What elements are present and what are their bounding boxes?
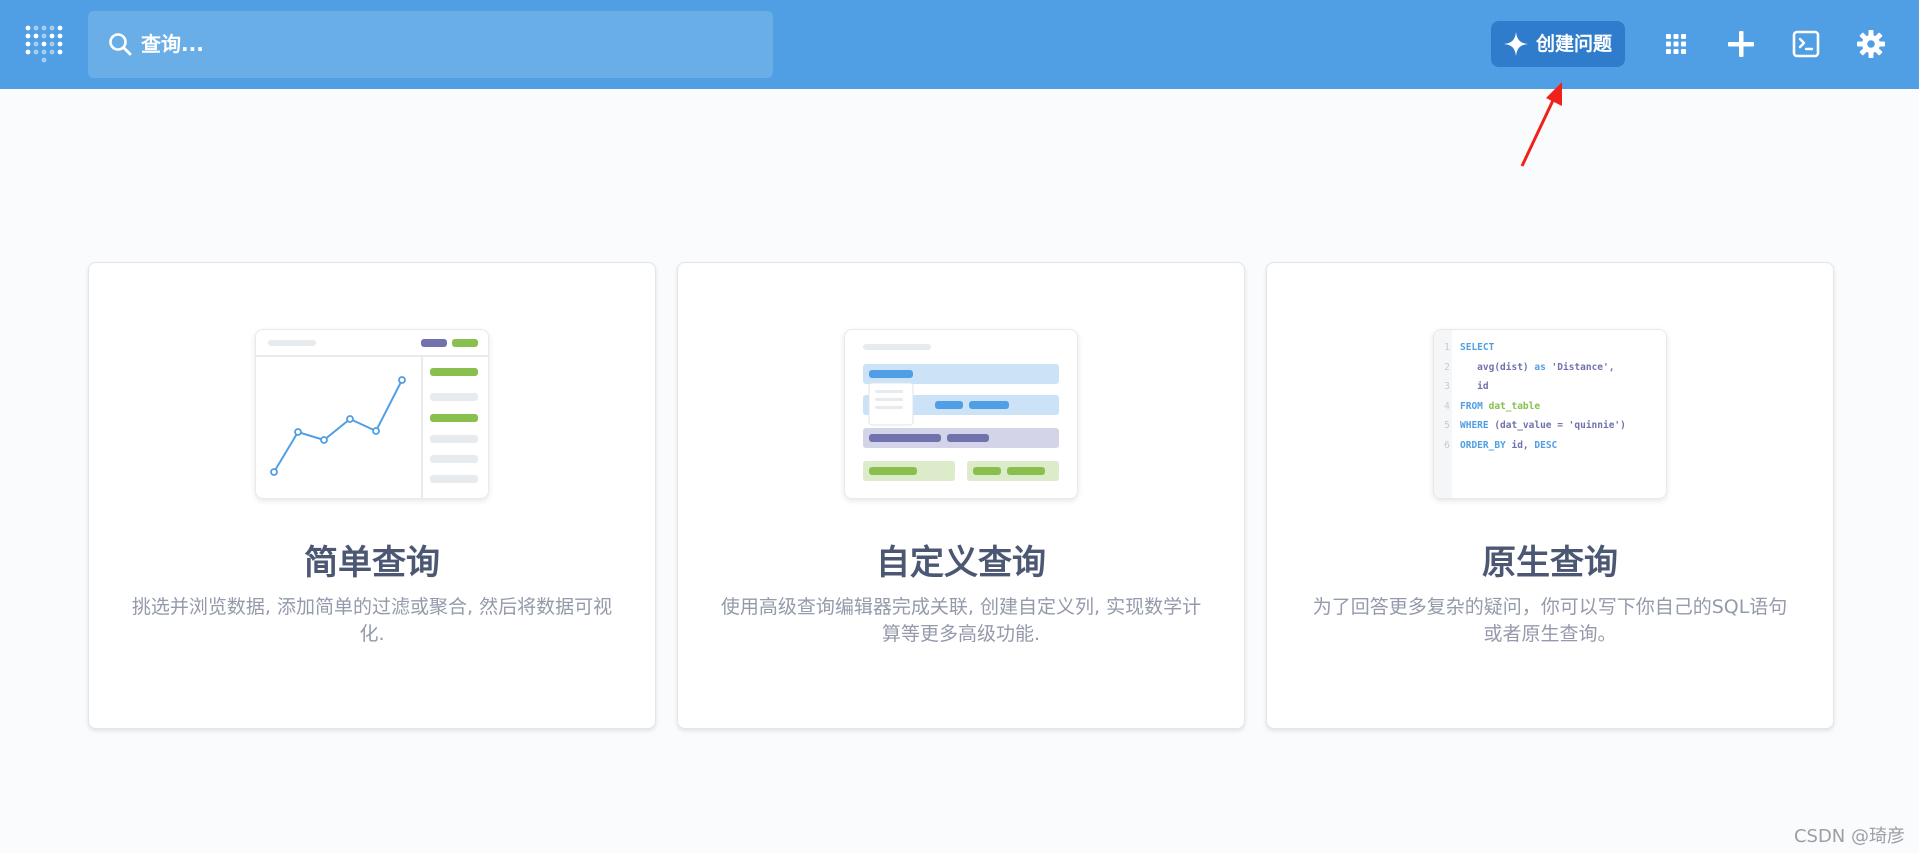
code-token: ORDER_BY (1460, 439, 1512, 451)
code-token: FROM (1460, 400, 1489, 412)
code-line: 2 avg(dist) as 'Distance', (1434, 358, 1626, 378)
card-description: 为了回答更多复杂的疑问，你可以写下你自己的SQL语句或者原生查询。 (1312, 596, 1788, 645)
card-description: 使用高级查询编辑器完成关联, 创建自定义列, 实现数学计算等更多高级功能. (720, 596, 1202, 645)
plus-icon[interactable] (1725, 28, 1757, 60)
code-token: DESC (1534, 439, 1558, 451)
simple-question-illustration (255, 329, 489, 499)
custom-question-card[interactable]: 自定义查询 使用高级查询编辑器完成关联, 创建自定义列, 实现数学计算等更多高级… (677, 262, 1245, 729)
native-query-card[interactable]: 1 SELECT 2 avg(dist) as 'Distance', 3 id 4 FR… (1266, 262, 1834, 729)
native-query-illustration: 1 SELECT 2 avg(dist) as 'Distance', 3 id 4 FR… (1433, 329, 1667, 499)
terminal-icon[interactable] (1790, 28, 1822, 60)
code-token: SELECT (1460, 342, 1495, 353)
sql-code-block: 1 SELECT 2 avg(dist) as 'Distance', 3 id 4 FR… (1434, 338, 1626, 455)
create-question-label: 创建问题 (1536, 33, 1613, 55)
gear-icon[interactable] (1855, 28, 1887, 60)
code-token: as (1534, 361, 1546, 373)
line-number: 3 (1444, 381, 1450, 392)
code-token: (dat_value = 'quinnie') (1494, 420, 1626, 431)
search-placeholder: 查询... (141, 32, 204, 56)
code-line: 6 ORDER_BY id, DESC (1434, 436, 1626, 456)
line-chart-preview-icon (256, 339, 488, 498)
card-title: 简单查询 (304, 543, 440, 583)
line-number: 2 (1444, 361, 1450, 373)
watermark: CSDN @琦彦 (1793, 826, 1905, 847)
app-grid-icon[interactable] (1660, 28, 1692, 60)
top-navigation-bar: 查询... 创建问题 (0, 0, 1919, 89)
create-question-button[interactable]: 创建问题 (1491, 21, 1625, 67)
code-token: avg(dist) (1460, 361, 1535, 373)
card-title: 原生查询 (1482, 543, 1618, 583)
custom-question-illustration (844, 329, 1078, 499)
code-line: 3 id (1434, 377, 1626, 397)
search-input[interactable]: 查询... (88, 11, 773, 78)
line-number: 1 (1444, 342, 1450, 353)
code-token: id, (1511, 439, 1535, 451)
code-line: 5 WHERE (dat_value = 'quinnie') (1434, 416, 1626, 436)
simple-question-card[interactable]: 简单查询 挑选并浏览数据, 添加简单的过滤或聚合, 然后将数据可视化. (88, 262, 656, 729)
card-description: 挑选并浏览数据, 添加简单的过滤或聚合, 然后将数据可视化. (131, 596, 613, 645)
notebook-editor-preview-icon (863, 344, 1059, 481)
code-token: dat_table (1488, 400, 1541, 412)
code-token: 'Distance', (1545, 361, 1615, 373)
line-number: 5 (1444, 420, 1450, 431)
code-token: id (1460, 381, 1489, 392)
code-token: WHERE (1460, 420, 1495, 431)
code-line: 4 FROM dat_table (1434, 397, 1626, 417)
card-title: 自定义查询 (876, 543, 1046, 583)
line-number: 4 (1444, 400, 1450, 412)
sparkle-icon (1504, 32, 1528, 56)
annotation-arrow-icon (1520, 82, 1562, 167)
code-line: 1 SELECT (1434, 338, 1626, 358)
line-number: 6 (1444, 439, 1450, 451)
metabase-logo-icon[interactable] (24, 20, 64, 66)
search-icon (109, 33, 132, 56)
